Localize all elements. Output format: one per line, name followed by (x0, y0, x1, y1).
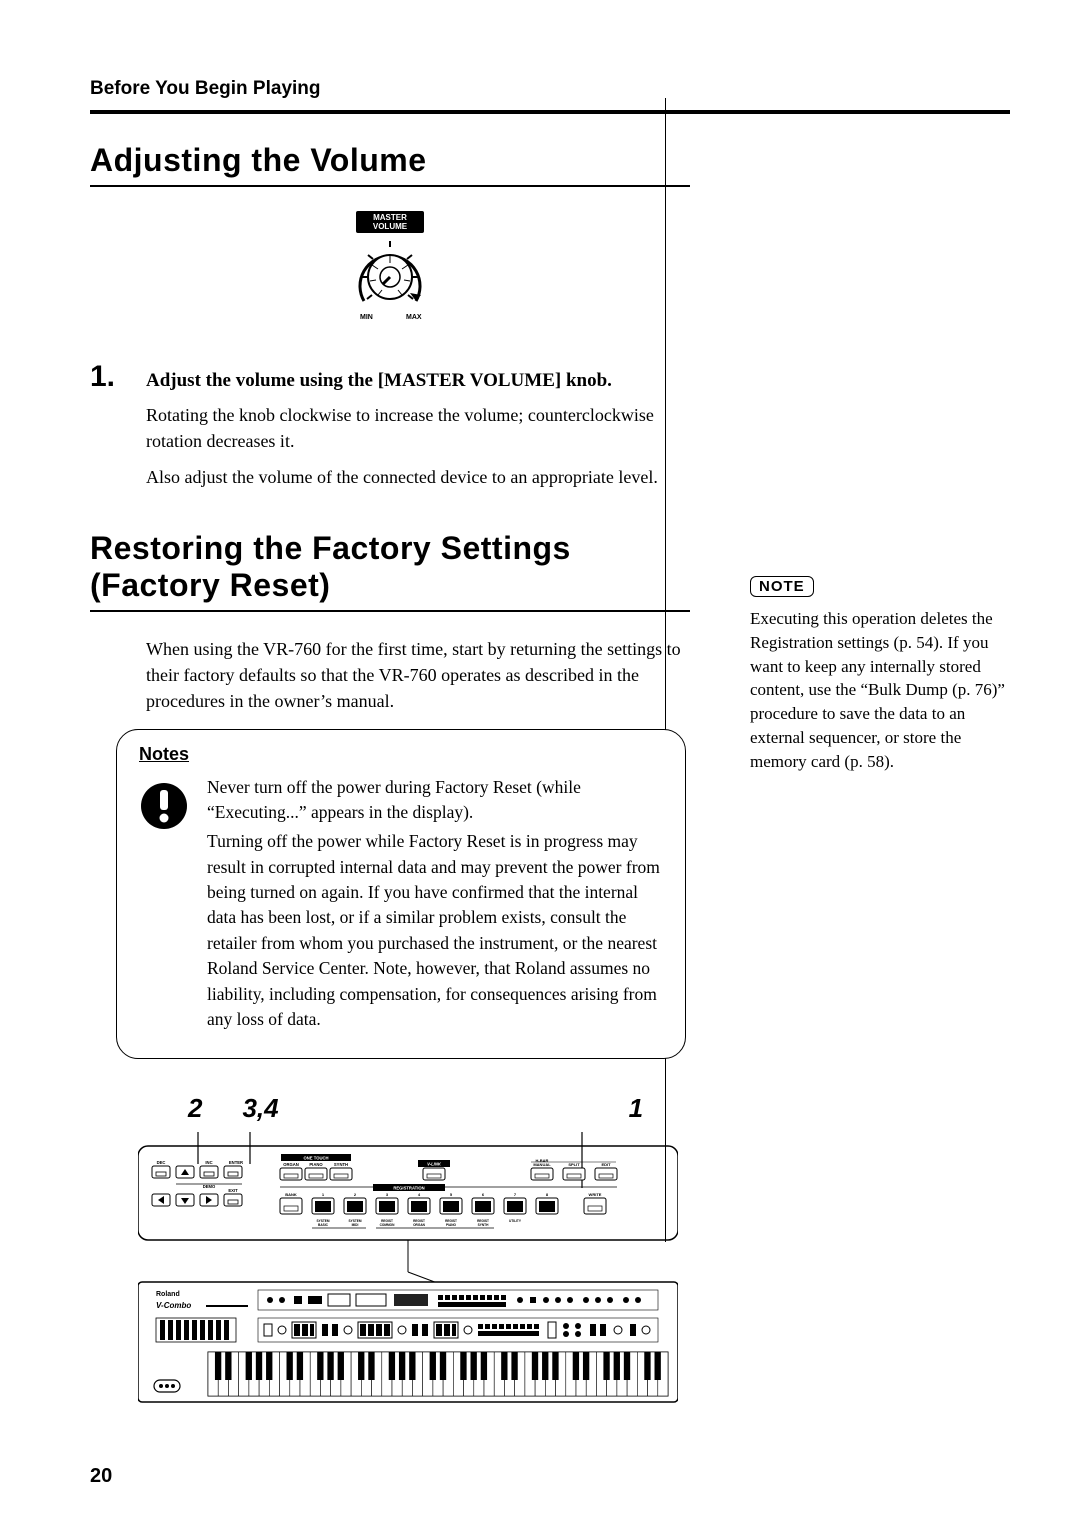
warning-icon (139, 781, 189, 1037)
svg-text:BASIC: BASIC (318, 1223, 329, 1227)
header-rule (90, 110, 1010, 114)
svg-text:UTILITY: UTILITY (509, 1219, 522, 1223)
step-body-1: Rotating the knob clockwise to increase … (146, 402, 690, 454)
svg-text:SYNTH: SYNTH (334, 1162, 348, 1167)
notes-title: Notes (139, 744, 663, 765)
panel-callouts: 2 3,4 1 (150, 1093, 690, 1124)
main-column: Adjusting the Volume MASTER VOLUME (90, 142, 690, 1437)
intro-paragraph: When using the VR-760 for the first time… (146, 636, 690, 714)
master-volume-figure: MASTER VOLUME (90, 211, 690, 334)
svg-text:VOLUME: VOLUME (373, 222, 408, 231)
svg-text:EDIT: EDIT (601, 1162, 611, 1167)
svg-text:V-LINK: V-LINK (427, 1162, 442, 1167)
sidenote-text: Executing this operation deletes the Reg… (750, 607, 1010, 774)
side-column: NOTE Executing this operation deletes th… (750, 142, 1010, 774)
svg-text:EXIT: EXIT (228, 1188, 238, 1193)
svg-text:COMMON: COMMON (380, 1223, 396, 1227)
svg-text:SYNTH: SYNTH (478, 1223, 490, 1227)
control-panel-figure: DEC INC ENTER (138, 1132, 690, 1437)
min-label: MIN (360, 314, 373, 321)
notes-p2: Turning off the power while Factory Rese… (207, 829, 663, 1032)
svg-text:MIDI: MIDI (352, 1223, 359, 1227)
column-separator (665, 98, 666, 1242)
svg-text:ENTER: ENTER (229, 1160, 243, 1165)
svg-text:WRITE: WRITE (589, 1192, 602, 1197)
svg-text:Roland: Roland (156, 1291, 180, 1298)
step-heading: Adjust the volume using the [MASTER VOLU… (146, 370, 612, 392)
callout-2: 2 (188, 1093, 202, 1124)
svg-text:ONE TOUCH: ONE TOUCH (303, 1156, 328, 1161)
notes-box: Notes Never turn off the power during Fa… (116, 729, 686, 1060)
svg-text:ORGAN: ORGAN (413, 1223, 426, 1227)
svg-text:DEMO: DEMO (203, 1184, 216, 1189)
svg-text:V-Combo: V-Combo (156, 1301, 191, 1310)
callout-1: 1 (629, 1093, 643, 1124)
note-label: NOTE (750, 576, 814, 597)
svg-text:DEC: DEC (157, 1160, 166, 1165)
section-title-factory-reset: Restoring the Factory Settings (Factory … (90, 530, 690, 612)
running-head: Before You Begin Playing (90, 78, 1010, 100)
notes-text: Never turn off the power during Factory … (207, 775, 663, 1037)
step-number: 1. (90, 360, 146, 394)
svg-text:PIANO: PIANO (446, 1223, 457, 1227)
svg-text:SPLIT: SPLIT (568, 1162, 580, 1167)
max-label: MAX (406, 314, 422, 321)
svg-text:REGISTRATION: REGISTRATION (393, 1186, 424, 1191)
step-1: 1. Adjust the volume using the [MASTER V… (90, 360, 690, 394)
svg-text:ORGAN: ORGAN (283, 1162, 299, 1167)
svg-text:MASTER: MASTER (373, 213, 407, 222)
notes-p1: Never turn off the power during Factory … (207, 775, 663, 826)
svg-text:INC: INC (205, 1160, 212, 1165)
page-number: 20 (90, 1465, 112, 1488)
svg-text:PIANO: PIANO (309, 1162, 323, 1167)
svg-text:BANK: BANK (285, 1192, 297, 1197)
section-title-volume: Adjusting the Volume (90, 142, 690, 187)
callout-34: 3,4 (242, 1093, 278, 1124)
step-body-2: Also adjust the volume of the connected … (146, 464, 690, 490)
svg-text:MANUAL: MANUAL (533, 1162, 551, 1167)
